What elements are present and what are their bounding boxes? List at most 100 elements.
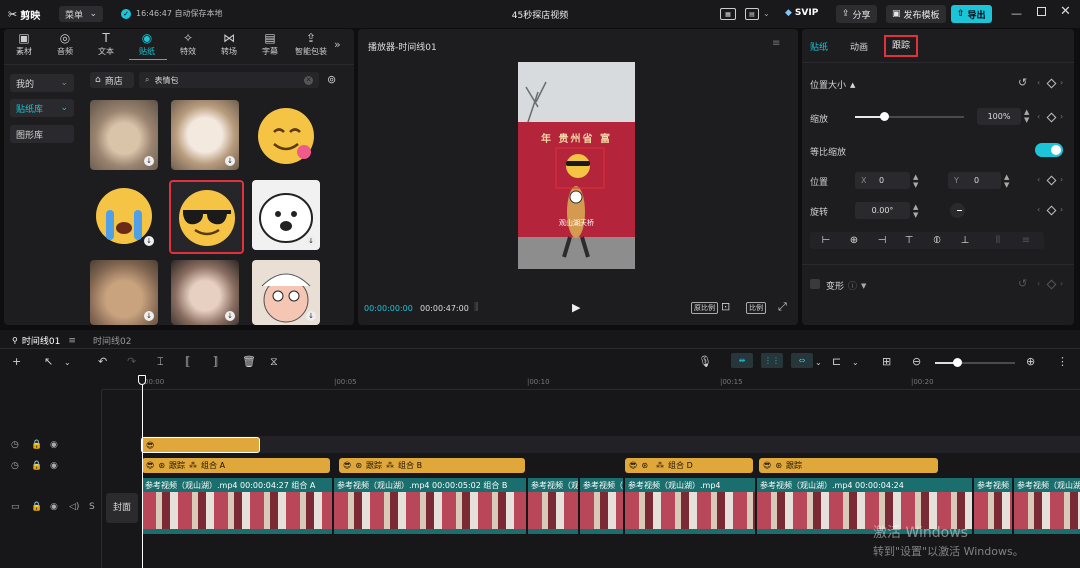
align-center-v-icon[interactable]: ⦶ — [925, 233, 949, 248]
tab-tracking[interactable]: 跟踪 — [884, 35, 918, 57]
sticker-cat-3[interactable]: ↓ — [90, 260, 158, 325]
sticker-clip[interactable]: 😎 — [141, 437, 260, 453]
distribute-h-icon[interactable]: ⫴ — [986, 233, 1010, 248]
layout-icon[interactable]: ▤ — [745, 8, 759, 20]
sticker-crying-emoji[interactable]: ↓ — [90, 180, 158, 250]
linkage-icon[interactable]: ⇔ — [791, 353, 813, 368]
video-preview[interactable]: 年 贵州省 富 观山湖天桥 — [518, 62, 635, 269]
tab-timeline-02[interactable]: 时间线02 — [93, 334, 131, 347]
publish-template-button[interactable]: ▣ 发布模板 — [886, 5, 946, 23]
zoom-in-icon[interactable]: ⊕ — [1026, 355, 1035, 368]
share-button[interactable]: ⇪ 分享 — [836, 5, 877, 23]
stepper-icon[interactable]: ▲ ▼ — [913, 173, 918, 189]
align-left-icon[interactable]: ⊢ — [814, 233, 838, 248]
caret-down-icon[interactable]: ▼ — [861, 282, 866, 290]
effect-clip[interactable]: 😎 ⊛ ⁂ 组合 D — [625, 458, 753, 473]
side-item-mine[interactable]: 我的 ⌄ — [10, 74, 74, 92]
timeline-zoom-slider[interactable] — [935, 358, 1015, 367]
rotate-value-field[interactable]: 0.00° — [855, 202, 910, 219]
download-icon[interactable]: ↓ — [306, 236, 316, 246]
effect-clip[interactable]: 😎 ⊛ 跟踪 ⁂ 组合 A — [142, 458, 330, 473]
tool-text[interactable]: T 文本 — [87, 30, 125, 60]
split-right-icon[interactable]: ⟧ — [213, 355, 218, 368]
svip-badge[interactable]: ◆ SVIP — [785, 8, 818, 18]
video-clip[interactable]: 参考视频（ — [580, 478, 623, 534]
main-track-link-icon[interactable]: ⇹ — [731, 353, 753, 368]
download-icon[interactable]: ↓ — [225, 156, 235, 166]
zoom-slider-handle[interactable] — [953, 358, 962, 367]
undo-icon[interactable]: ↶ — [98, 355, 107, 368]
tool-audio[interactable]: ◎ 音频 — [46, 30, 84, 60]
next-keyframe-icon[interactable]: › — [1060, 205, 1063, 214]
tab-sticker[interactable]: 贴纸 — [810, 40, 828, 53]
sticker-cat-1[interactable]: ↓ — [90, 100, 158, 170]
player-menu-icon[interactable]: ≡ — [772, 38, 780, 49]
video-clip[interactable]: 参考视频（观山湖）.mp4 00:00:0 — [1014, 478, 1080, 534]
video-clip[interactable]: 参考视频（观山湖）.mp4 00:00:04:27 组合 A — [142, 478, 332, 534]
delete-icon[interactable]: 🗑 — [242, 355, 256, 368]
store-button[interactable]: ⌂ 商店 — [90, 72, 134, 88]
prev-keyframe-icon[interactable]: ‹ — [1037, 175, 1040, 184]
lock-icon[interactable]: 🔒 — [31, 440, 42, 450]
position-y-field[interactable]: Y0 — [948, 172, 1001, 189]
download-icon[interactable]: ↓ — [144, 311, 154, 321]
position-x-field[interactable]: X0 — [855, 172, 910, 189]
waveform-icon[interactable]: ⫼ — [474, 302, 479, 313]
sticker-bear[interactable]: ↓ — [252, 180, 320, 250]
download-icon[interactable]: ↓ — [225, 311, 235, 321]
eye-icon[interactable]: ◉ — [50, 440, 58, 450]
microphone-icon[interactable]: 🎙 — [698, 355, 712, 368]
chevron-down-icon[interactable]: ⌄ — [763, 9, 770, 18]
zoom-out-icon[interactable]: ⊖ — [912, 355, 921, 368]
tab-timeline-01[interactable]: ⚲ 时间线01 ≡ — [12, 334, 76, 348]
next-keyframe-icon[interactable]: › — [1060, 279, 1063, 288]
maximize-icon[interactable] — [1037, 7, 1046, 16]
download-icon[interactable]: ↓ — [306, 311, 316, 321]
expand-icon[interactable]: ⤢ — [778, 300, 787, 314]
sticker-cat-2[interactable]: ↓ — [171, 100, 239, 170]
sticker-sunglasses-emoji[interactable] — [169, 180, 244, 254]
video-clip[interactable]: 参考视频（观山湖）.mp4 00:00:05:02 组合 B — [334, 478, 526, 534]
list-icon[interactable]: ≡ — [68, 336, 76, 346]
recognize-icon[interactable]: ⊚ — [327, 73, 336, 86]
chevron-down-icon[interactable]: ⌄ — [815, 358, 822, 367]
stepper-icon[interactable]: ▲ ▼ — [1024, 108, 1029, 124]
tool-effects[interactable]: ✧ 特效 — [169, 30, 207, 60]
preview-axis-icon[interactable]: ⊏ — [832, 355, 841, 368]
prev-keyframe-icon[interactable]: ‹ — [1037, 112, 1040, 121]
next-keyframe-icon[interactable]: › — [1060, 175, 1063, 184]
stepper-icon[interactable]: ▲ ▼ — [913, 203, 918, 219]
video-clip[interactable]: 参考视频（观山湖）.mp4 — [625, 478, 755, 534]
tool-transition[interactable]: ⋈ 转场 — [210, 30, 248, 60]
keyboard-icon[interactable]: ▦ — [720, 8, 736, 20]
close-icon[interactable]: ✕ — [1060, 4, 1071, 19]
distribute-v-icon[interactable]: ≡ — [1014, 233, 1038, 248]
eye-icon[interactable]: ◉ — [50, 461, 58, 471]
next-keyframe-icon[interactable]: › — [1060, 78, 1063, 87]
uniform-scale-toggle[interactable] — [1035, 143, 1063, 157]
stepper-icon[interactable]: ▲ ▼ — [1004, 173, 1009, 189]
lock-icon[interactable]: 🔒 — [31, 502, 42, 512]
split-icon[interactable]: ⌶ — [157, 355, 164, 369]
scale-value-field[interactable]: 100% — [977, 108, 1021, 125]
tool-smart-pack[interactable]: ⇪ 智能包装 — [292, 30, 330, 60]
align-top-icon[interactable]: ⊤ — [897, 233, 921, 248]
lock-icon[interactable]: 🔒 — [31, 461, 42, 471]
reset-icon[interactable]: ↺ — [1018, 76, 1027, 89]
align-right-icon[interactable]: ⊣ — [870, 233, 894, 248]
split-left-icon[interactable]: ⟦ — [185, 355, 190, 368]
select-cursor-icon[interactable]: ↖ — [44, 355, 53, 368]
fit-timeline-icon[interactable]: ⊞ — [882, 355, 891, 368]
playhead-handle[interactable] — [138, 375, 146, 385]
chevron-down-icon[interactable]: ⌄ — [64, 358, 71, 367]
eye-icon[interactable]: ◉ — [50, 502, 58, 512]
sticker-cartoon-face[interactable]: ↓ — [252, 260, 320, 325]
sticker-cat-4[interactable]: ↓ — [171, 260, 239, 325]
video-clip[interactable]: 参考视频（观山湖）.mp4 — [974, 478, 1012, 534]
snap-icon[interactable]: ⋮⋮ — [761, 353, 783, 368]
original-ratio-button[interactable]: 原比例 — [691, 302, 718, 314]
cover-button[interactable]: 封面 — [106, 493, 138, 523]
help-icon[interactable]: ⓘ — [848, 279, 857, 292]
tool-sticker[interactable]: ◉ 贴纸 — [128, 30, 166, 60]
redo-icon[interactable]: ↷ — [127, 355, 136, 368]
